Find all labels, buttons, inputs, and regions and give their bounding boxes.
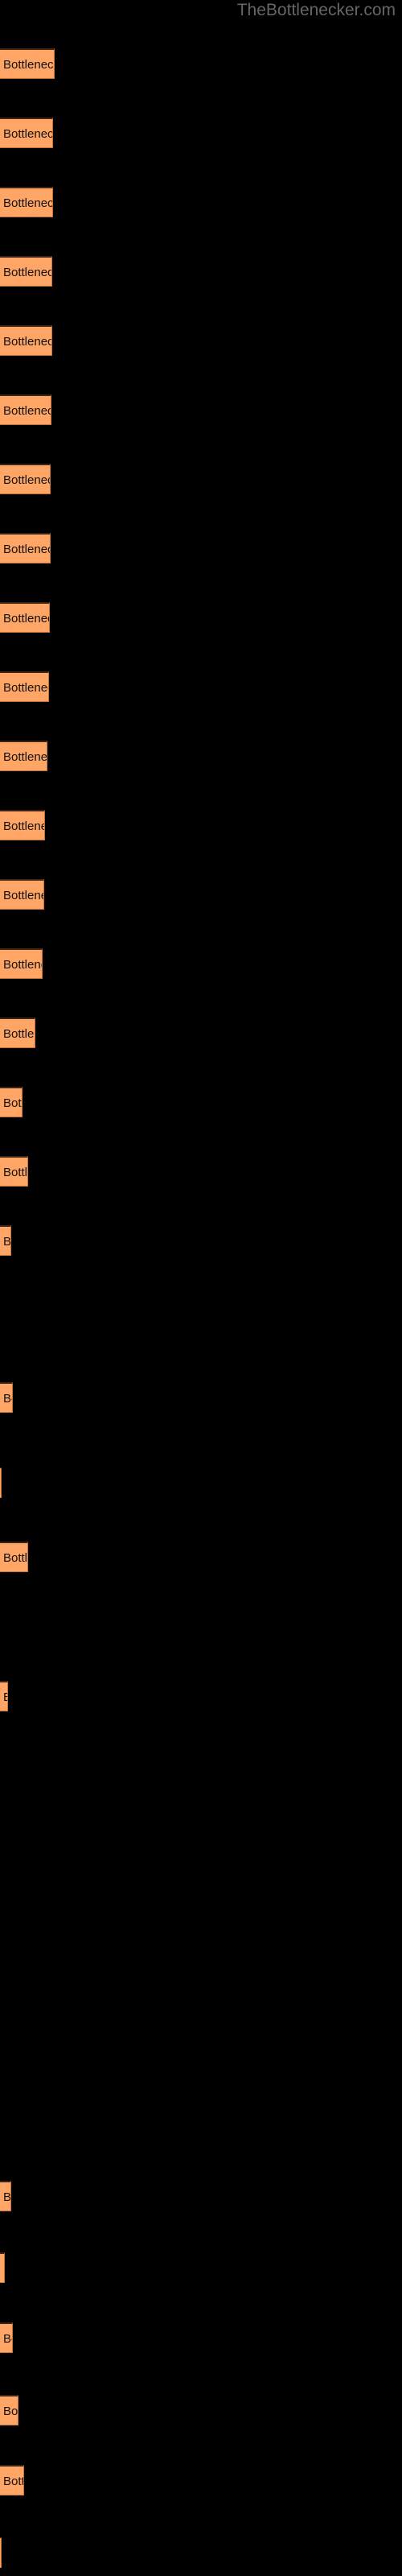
- bar-label: Bottleneck result: [3, 1096, 22, 1110]
- bar-label: Bottleneck result: [3, 1166, 28, 1179]
- chart-bar[interactable]: Bottleneck result: [0, 602, 50, 633]
- bar-label: Bottleneck result: [3, 196, 53, 210]
- chart-bar[interactable]: Bottleneck result: [0, 1542, 28, 1572]
- bottleneck-bar-chart: TheBottlenecker.com Bottleneck resultBot…: [0, 0, 402, 2576]
- chart-bar[interactable]: Bottleneck result: [0, 2395, 18, 2425]
- bar-label: Bottleneck result: [3, 543, 50, 556]
- bar-label: Bottleneck result: [3, 958, 42, 972]
- chart-bar[interactable]: Bottleneck result: [0, 1681, 8, 1711]
- bar-label: Bottleneck result: [3, 1682, 7, 1711]
- chart-bar[interactable]: Bottleneck result: [0, 256, 52, 287]
- bar-label: Bottleneck result: [3, 681, 48, 695]
- chart-bar[interactable]: Bottleneck result: [0, 879, 44, 910]
- bar-label: Bottleneck result: [3, 404, 51, 418]
- bar-label: Bottleneck result: [3, 473, 50, 487]
- bar-label: Bottleneck result: [3, 2254, 4, 2282]
- bar-label: Bottleneck result: [3, 819, 44, 833]
- chart-bar[interactable]: Bottleneck result: [0, 2322, 13, 2353]
- chart-bar[interactable]: Bottleneck result: [0, 2465, 24, 2496]
- bar-label: Bottleneck result: [3, 1027, 35, 1041]
- bar-label: Bottleneck result: [3, 127, 53, 141]
- chart-bar[interactable]: Bottleneck result: [0, 2252, 5, 2283]
- chart-bar[interactable]: Bottleneck result: [0, 741, 47, 771]
- bar-label: Bottleneck result: [3, 1235, 11, 1249]
- chart-bar[interactable]: Bottleneck result: [0, 810, 45, 840]
- bar-label: Bottleneck result: [3, 2190, 11, 2204]
- bar-label: Bottleneck result: [3, 2475, 23, 2488]
- bar-label: Bottleneck result: [3, 1551, 28, 1565]
- chart-bar[interactable]: Bottleneck result: [0, 118, 53, 148]
- chart-bar[interactable]: Bottleneck result: [0, 2537, 2, 2568]
- chart-bar[interactable]: Bottleneck result: [0, 948, 43, 979]
- chart-bar[interactable]: Bottleneck result: [0, 1225, 11, 1256]
- chart-bar[interactable]: Bottleneck result: [0, 1018, 35, 1048]
- chart-bar[interactable]: Bottleneck result: [0, 48, 55, 79]
- bar-label: Bottleneck result: [3, 1392, 12, 1406]
- chart-bar[interactable]: Bottleneck result: [0, 533, 51, 564]
- chart-bar[interactable]: Bottleneck result: [0, 2181, 11, 2211]
- bar-label: Bottleneck result: [3, 889, 43, 902]
- chart-plot-area: Bottleneck result Bottleneck result Bottle…: [0, 0, 402, 2576]
- chart-bar[interactable]: Bottleneck result: [0, 1087, 23, 1117]
- chart-bar[interactable]: Bottleneck result: [0, 1382, 13, 1413]
- bar-label: Bottleneck result: [3, 2405, 18, 2418]
- chart-bar[interactable]: Bottleneck result: [0, 187, 53, 217]
- bar-label: Bottleneck result: [3, 2332, 12, 2346]
- chart-bar[interactable]: Bottleneck result: [0, 1468, 2, 1498]
- bar-label: Bottleneck result: [3, 612, 49, 625]
- chart-bar[interactable]: Bottleneck result: [0, 464, 51, 494]
- chart-bar[interactable]: Bottleneck result: [0, 325, 52, 356]
- bar-label: Bottleneck result: [3, 335, 51, 349]
- chart-bar[interactable]: Bottleneck result: [0, 671, 49, 702]
- bar-label: Bottleneck result: [3, 58, 55, 72]
- bar-label: Bottleneck result: [3, 266, 51, 279]
- chart-bar[interactable]: Bottleneck result: [0, 394, 51, 425]
- bar-label: Bottleneck result: [3, 750, 47, 764]
- chart-bar[interactable]: Bottleneck result: [0, 1156, 28, 1187]
